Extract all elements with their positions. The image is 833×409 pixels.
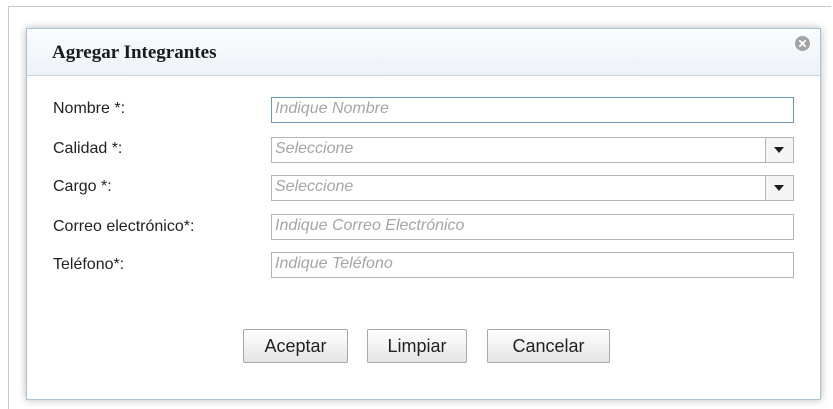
- correo-placeholder: Indique Correo Electrónico: [275, 217, 465, 234]
- chevron-down-icon[interactable]: [765, 138, 793, 162]
- close-icon[interactable]: [795, 36, 810, 51]
- accept-button[interactable]: Aceptar: [243, 329, 348, 363]
- nombre-placeholder: Indique Nombre: [275, 100, 389, 117]
- cargo-select[interactable]: Seleccione: [271, 175, 794, 201]
- correo-label: Correo electrónico*:: [53, 218, 195, 235]
- telefono-label: Teléfono*:: [53, 256, 125, 273]
- telefono-input[interactable]: Indique Teléfono: [271, 252, 794, 278]
- calidad-select[interactable]: Seleccione: [271, 137, 794, 163]
- dialog-title: Agregar Integrantes: [52, 42, 217, 63]
- cancel-button[interactable]: Cancelar: [487, 329, 610, 363]
- correo-input[interactable]: Indique Correo Electrónico: [271, 214, 794, 240]
- nombre-input[interactable]: Indique Nombre: [271, 97, 794, 123]
- cargo-selected-value: Seleccione: [275, 178, 354, 195]
- add-members-dialog: Agregar Integrantes Nombre *: Indique No…: [26, 28, 821, 400]
- calidad-selected-value: Seleccione: [275, 140, 354, 157]
- dialog-header: Agregar Integrantes: [27, 29, 820, 76]
- calidad-label: Calidad *:: [53, 140, 123, 157]
- clear-button[interactable]: Limpiar: [367, 329, 467, 363]
- nombre-label: Nombre *:: [53, 100, 126, 117]
- telefono-placeholder: Indique Teléfono: [275, 255, 393, 272]
- chevron-down-icon[interactable]: [765, 176, 793, 200]
- cargo-label: Cargo *:: [53, 178, 112, 195]
